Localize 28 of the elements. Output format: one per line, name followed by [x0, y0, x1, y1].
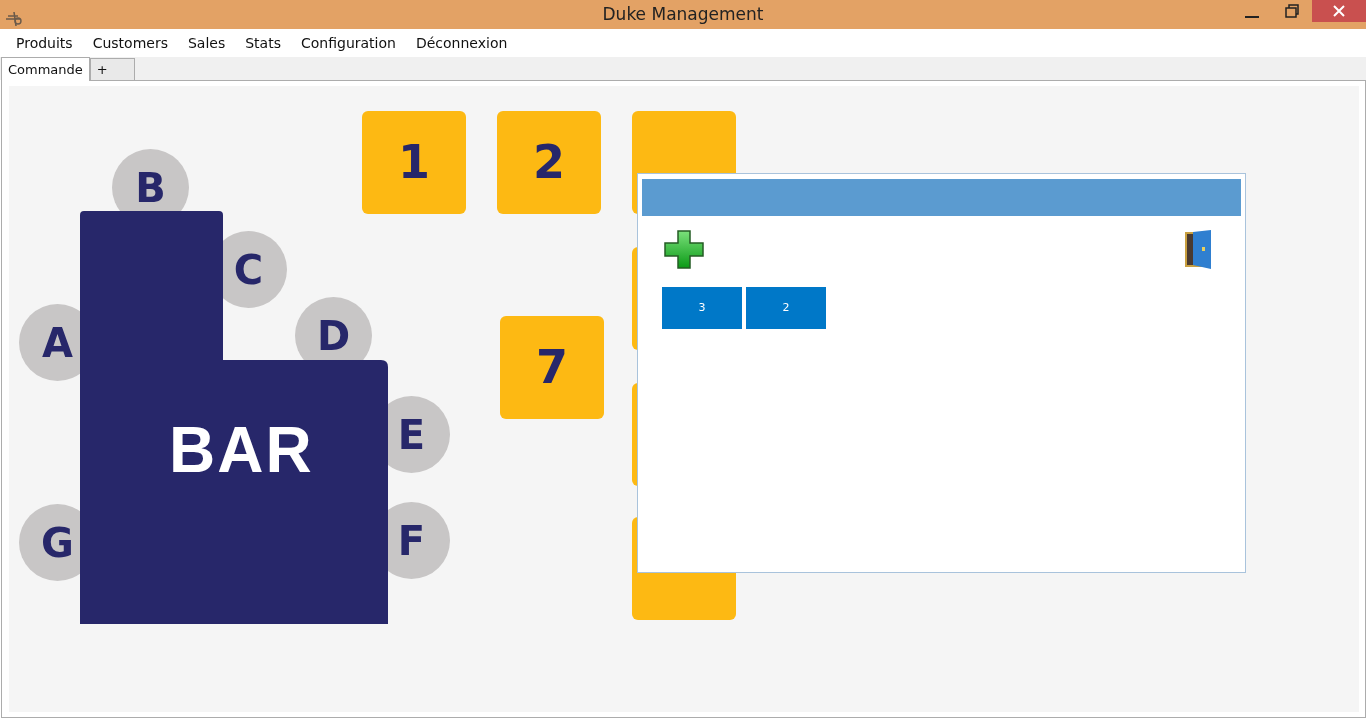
close-icon	[1333, 5, 1345, 17]
window-title: Duke Management	[602, 3, 764, 26]
menu-item[interactable]: Produits	[6, 29, 83, 57]
menu-item[interactable]: Customers	[82, 29, 178, 57]
table-tile[interactable]: 2	[497, 111, 601, 214]
seat-marker[interactable]: B	[112, 149, 189, 211]
menu-item[interactable]: Configuration	[291, 29, 406, 57]
tab[interactable]: Commande	[1, 57, 90, 81]
minimize-icon	[1245, 16, 1259, 18]
table-tile[interactable]: 1	[362, 111, 466, 214]
seat-marker[interactable]: F	[388, 502, 450, 579]
tab[interactable]: +	[89, 58, 135, 80]
order-button[interactable]: 2	[746, 287, 826, 329]
order-button[interactable]: 3	[662, 287, 742, 329]
seat-marker[interactable]: C	[223, 231, 287, 308]
menu-item[interactable]: Sales	[177, 29, 236, 57]
add-icon[interactable]	[664, 229, 704, 269]
door-icon[interactable]	[1185, 229, 1213, 269]
bar-label: BAR	[169, 418, 314, 482]
seat-marker[interactable]: D	[295, 297, 372, 360]
menu-item[interactable]: Stats	[235, 29, 291, 57]
restore-icon	[1285, 4, 1299, 18]
seat-marker[interactable]: G	[19, 504, 80, 581]
close-button[interactable]	[1312, 0, 1366, 22]
table-tile[interactable]: 7	[500, 316, 604, 419]
menu-item[interactable]: Déconnexion	[405, 29, 518, 57]
seat-marker[interactable]: E	[388, 396, 450, 473]
seat-marker[interactable]: A	[19, 304, 80, 381]
